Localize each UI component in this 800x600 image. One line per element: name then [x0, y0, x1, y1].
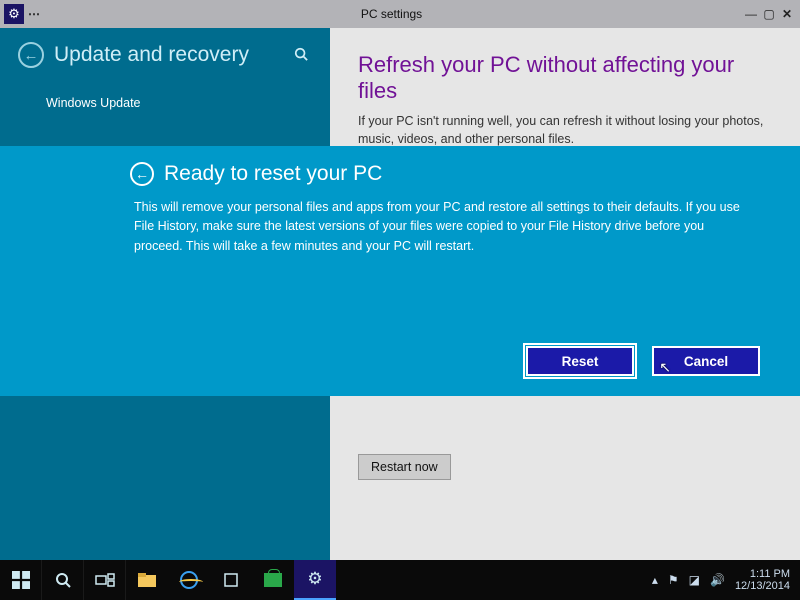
search-icon[interactable]	[294, 47, 308, 64]
cursor-icon: ↖	[659, 359, 671, 376]
clock[interactable]: 1:11 PM 12/13/2014	[735, 568, 790, 592]
internet-explorer-icon[interactable]	[168, 560, 210, 600]
maximize-button[interactable]: ▢	[760, 7, 778, 21]
restart-now-button[interactable]: Restart now	[358, 454, 451, 480]
clock-date: 12/13/2014	[735, 580, 790, 592]
minimize-button[interactable]: —	[742, 7, 760, 21]
sidebar-item-windows-update[interactable]: Windows Update	[46, 96, 330, 110]
window-title: PC settings	[41, 7, 742, 21]
app-icon-generic[interactable]	[210, 560, 252, 600]
window-title-bar: ⚙ ⋯ PC settings — ▢ ✕	[0, 0, 800, 28]
reset-dialog: ← Ready to reset your PC This will remov…	[0, 146, 800, 396]
clock-time: 1:11 PM	[735, 568, 790, 580]
system-tray: ▴ ⚑ ◪ 🔊 1:11 PM 12/13/2014	[652, 568, 800, 592]
more-icon[interactable]: ⋯	[28, 7, 41, 21]
reset-button[interactable]: Reset	[526, 346, 634, 376]
settings-app-icon[interactable]: ⚙	[294, 560, 336, 600]
back-icon[interactable]: ←	[18, 42, 44, 68]
store-icon[interactable]	[252, 560, 294, 600]
dialog-back-icon[interactable]: ←	[130, 162, 154, 186]
taskbar-search-icon[interactable]	[42, 560, 84, 600]
sidebar-title: Update and recovery	[54, 43, 249, 67]
dialog-body: This will remove your personal files and…	[134, 198, 754, 256]
refresh-body: If your PC isn't running well, you can r…	[358, 112, 772, 148]
sidebar-header: ← Update and recovery	[18, 42, 330, 68]
refresh-heading: Refresh your PC without affecting your f…	[358, 52, 772, 104]
tray-up-icon[interactable]: ▴	[652, 573, 658, 587]
close-button[interactable]: ✕	[778, 7, 796, 21]
taskbar: ⚙ ▴ ⚑ ◪ 🔊 1:11 PM 12/13/2014	[0, 560, 800, 600]
file-explorer-icon[interactable]	[126, 560, 168, 600]
action-center-icon[interactable]: ⚑	[668, 573, 679, 587]
task-view-icon[interactable]	[84, 560, 126, 600]
start-button[interactable]	[0, 560, 42, 600]
dialog-title: Ready to reset your PC	[164, 162, 382, 186]
app-icon: ⚙	[4, 4, 24, 24]
windows-logo-icon	[12, 571, 30, 589]
volume-icon[interactable]: 🔊	[710, 573, 725, 587]
network-icon[interactable]: ◪	[689, 573, 700, 587]
